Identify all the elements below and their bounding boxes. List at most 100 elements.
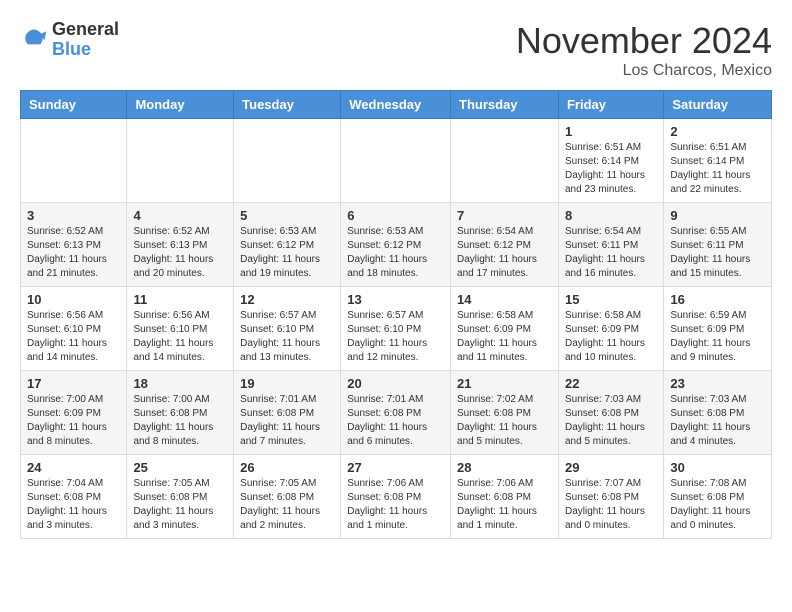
day-info: Sunrise: 7:02 AMSunset: 6:08 PMDaylight:… [457,393,552,449]
calendar-week-row: 1 Sunrise: 6:51 AMSunset: 6:14 PMDaylight… [21,119,772,203]
day-number: 6 [347,208,444,223]
calendar-table: SundayMondayTuesdayWednesdayThursdayFrid… [20,90,772,539]
day-info: Sunrise: 7:05 AMSunset: 6:08 PMDaylight:… [240,477,334,533]
calendar-week-row: 10 Sunrise: 6:56 AMSunset: 6:10 PMDayligh… [21,287,772,371]
day-info: Sunrise: 6:58 AMSunset: 6:09 PMDaylight:… [565,309,657,365]
calendar-cell [234,119,341,203]
calendar-cell: 17 Sunrise: 7:00 AMSunset: 6:09 PMDayligh… [21,371,127,455]
day-number: 3 [27,208,120,223]
day-number: 9 [670,208,765,223]
day-info: Sunrise: 6:57 AMSunset: 6:10 PMDaylight:… [240,309,334,365]
calendar-cell: 18Sunrise: 7:00 AMSunset: 6:08 PMDayligh… [127,371,234,455]
calendar-cell: 7 Sunrise: 6:54 AMSunset: 6:12 PMDaylight… [451,203,559,287]
day-number: 17 [27,376,120,391]
calendar-cell: 24 Sunrise: 7:04 AMSunset: 6:08 PMDayligh… [21,455,127,539]
day-info: Sunrise: 7:07 AMSunset: 6:08 PMDaylight:… [565,477,657,533]
calendar-cell: 30 Sunrise: 7:08 AMSunset: 6:08 PMDayligh… [664,455,772,539]
calendar-cell: 22Sunrise: 7:03 AMSunset: 6:08 PMDayligh… [558,371,663,455]
calendar-cell: 9Sunrise: 6:55 AMSunset: 6:11 PMDaylight… [664,203,772,287]
day-info: Sunrise: 6:52 AMSunset: 6:13 PMDaylight:… [27,225,120,281]
logo-general: General [52,19,119,39]
calendar-header-row: SundayMondayTuesdayWednesdayThursdayFrid… [21,91,772,119]
day-info: Sunrise: 7:00 AMSunset: 6:08 PMDaylight:… [133,393,227,449]
day-number: 22 [565,376,657,391]
day-number: 20 [347,376,444,391]
day-info: Sunrise: 7:01 AMSunset: 6:08 PMDaylight:… [240,393,334,449]
day-header-wednesday: Wednesday [341,91,451,119]
day-info: Sunrise: 7:04 AMSunset: 6:08 PMDaylight:… [27,477,120,533]
day-header-tuesday: Tuesday [234,91,341,119]
day-info: Sunrise: 6:53 AMSunset: 6:12 PMDaylight:… [240,225,334,281]
day-number: 28 [457,460,552,475]
day-info: Sunrise: 7:00 AMSunset: 6:09 PMDaylight:… [27,393,120,449]
day-info: Sunrise: 6:51 AMSunset: 6:14 PMDaylight:… [565,141,657,197]
calendar-cell: 16 Sunrise: 6:59 AMSunset: 6:09 PMDayligh… [664,287,772,371]
calendar-cell: 28 Sunrise: 7:06 AMSunset: 6:08 PMDayligh… [451,455,559,539]
day-info: Sunrise: 6:54 AMSunset: 6:11 PMDaylight:… [565,225,657,281]
day-number: 15 [565,292,657,307]
day-header-saturday: Saturday [664,91,772,119]
calendar-cell [341,119,451,203]
day-number: 10 [27,292,120,307]
day-info: Sunrise: 6:56 AMSunset: 6:10 PMDaylight:… [133,309,227,365]
logo-blue: Blue [52,39,91,59]
day-header-monday: Monday [127,91,234,119]
calendar-cell: 26Sunrise: 7:05 AMSunset: 6:08 PMDayligh… [234,455,341,539]
day-info: Sunrise: 6:57 AMSunset: 6:10 PMDaylight:… [347,309,444,365]
day-info: Sunrise: 7:01 AMSunset: 6:08 PMDaylight:… [347,393,444,449]
logo-icon [20,26,48,54]
day-number: 29 [565,460,657,475]
day-number: 5 [240,208,334,223]
calendar-cell: 21Sunrise: 7:02 AMSunset: 6:08 PMDayligh… [451,371,559,455]
day-number: 19 [240,376,334,391]
calendar-cell: 8 Sunrise: 6:54 AMSunset: 6:11 PMDaylight… [558,203,663,287]
month-title: November 2024 [516,20,772,62]
calendar-cell: 29 Sunrise: 7:07 AMSunset: 6:08 PMDayligh… [558,455,663,539]
page-header: General Blue November 2024 Los Charcos, … [20,20,772,80]
day-header-thursday: Thursday [451,91,559,119]
calendar-cell: 27 Sunrise: 7:06 AMSunset: 6:08 PMDayligh… [341,455,451,539]
location: Los Charcos, Mexico [516,62,772,80]
calendar-cell: 25 Sunrise: 7:05 AMSunset: 6:08 PMDayligh… [127,455,234,539]
calendar-cell [127,119,234,203]
day-number: 1 [565,124,657,139]
day-number: 16 [670,292,765,307]
day-info: Sunrise: 6:58 AMSunset: 6:09 PMDaylight:… [457,309,552,365]
day-number: 14 [457,292,552,307]
calendar-cell: 4 Sunrise: 6:52 AMSunset: 6:13 PMDaylight… [127,203,234,287]
day-number: 27 [347,460,444,475]
day-number: 24 [27,460,120,475]
day-info: Sunrise: 6:52 AMSunset: 6:13 PMDaylight:… [133,225,227,281]
day-number: 30 [670,460,765,475]
day-number: 7 [457,208,552,223]
day-number: 13 [347,292,444,307]
day-info: Sunrise: 7:03 AMSunset: 6:08 PMDaylight:… [670,393,765,449]
day-number: 12 [240,292,334,307]
day-info: Sunrise: 7:06 AMSunset: 6:08 PMDaylight:… [457,477,552,533]
calendar-cell: 3 Sunrise: 6:52 AMSunset: 6:13 PMDaylight… [21,203,127,287]
calendar-week-row: 24 Sunrise: 7:04 AMSunset: 6:08 PMDayligh… [21,455,772,539]
day-number: 4 [133,208,227,223]
logo: General Blue [20,20,119,60]
calendar-cell: 5 Sunrise: 6:53 AMSunset: 6:12 PMDaylight… [234,203,341,287]
calendar-cell: 6Sunrise: 6:53 AMSunset: 6:12 PMDaylight… [341,203,451,287]
calendar-cell: 2Sunrise: 6:51 AMSunset: 6:14 PMDaylight… [664,119,772,203]
calendar-week-row: 3 Sunrise: 6:52 AMSunset: 6:13 PMDaylight… [21,203,772,287]
day-number: 23 [670,376,765,391]
calendar-cell: 20 Sunrise: 7:01 AMSunset: 6:08 PMDayligh… [341,371,451,455]
calendar-cell: 12 Sunrise: 6:57 AMSunset: 6:10 PMDayligh… [234,287,341,371]
calendar-cell: 19 Sunrise: 7:01 AMSunset: 6:08 PMDayligh… [234,371,341,455]
calendar-cell: 15 Sunrise: 6:58 AMSunset: 6:09 PMDayligh… [558,287,663,371]
day-info: Sunrise: 7:05 AMSunset: 6:08 PMDaylight:… [133,477,227,533]
day-number: 25 [133,460,227,475]
day-header-friday: Friday [558,91,663,119]
day-number: 8 [565,208,657,223]
calendar-cell: 23 Sunrise: 7:03 AMSunset: 6:08 PMDayligh… [664,371,772,455]
day-info: Sunrise: 7:08 AMSunset: 6:08 PMDaylight:… [670,477,765,533]
day-info: Sunrise: 6:54 AMSunset: 6:12 PMDaylight:… [457,225,552,281]
logo-text: General Blue [52,20,119,60]
day-info: Sunrise: 7:06 AMSunset: 6:08 PMDaylight:… [347,477,444,533]
day-number: 2 [670,124,765,139]
day-number: 11 [133,292,227,307]
day-info: Sunrise: 6:59 AMSunset: 6:09 PMDaylight:… [670,309,765,365]
